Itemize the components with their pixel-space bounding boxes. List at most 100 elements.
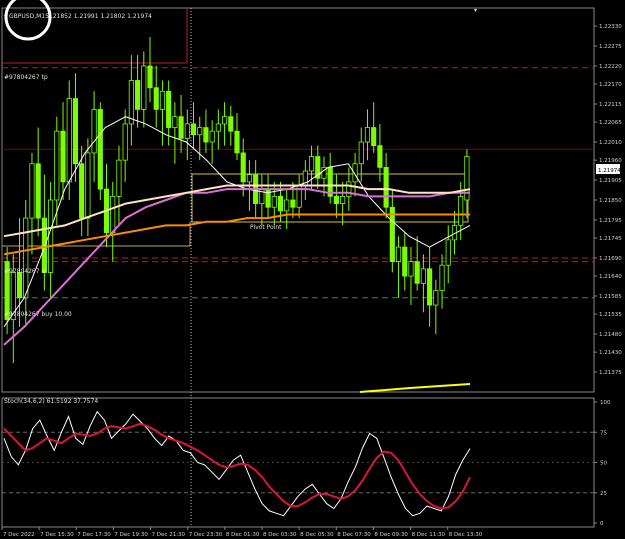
- chart-background: [0, 0, 625, 539]
- candle-body: [458, 195, 464, 226]
- candle-body: [358, 141, 364, 165]
- candle-body: [35, 163, 41, 219]
- stoch-tick-label: 75: [600, 430, 607, 436]
- candle-body: [439, 264, 445, 291]
- time-tick-label: 8 Dec 13:30: [449, 532, 483, 538]
- time-tick-label: 8 Dec 03:30: [263, 532, 297, 538]
- price-tick-label: 1.21690: [599, 256, 622, 262]
- candle-body: [364, 127, 371, 143]
- price-tick-label: 1.21375: [599, 370, 622, 376]
- time-tick-label: 7 Dec 17:30: [77, 532, 111, 538]
- price-tick-label: 1.21585: [599, 294, 622, 300]
- price-tick-label: 1.22220: [599, 64, 622, 70]
- stoch-title: Stoch(34,6,2) 61.5192 37.7574: [4, 398, 98, 405]
- ohlc-readout: 1.21852 1.21991 1.21802 1.21974: [47, 13, 152, 20]
- candle-body: [153, 87, 159, 110]
- symbol-label: GBPUSD,M15: [9, 13, 49, 20]
- candle-body: [308, 156, 315, 172]
- candle-body: [346, 181, 352, 197]
- price-tick-label: 1.21745: [599, 236, 622, 242]
- candle-body: [265, 188, 271, 208]
- candle-body: [184, 123, 190, 139]
- candle-body: [371, 127, 377, 147]
- time-tick-label: 8 Dec 05:30: [300, 532, 334, 538]
- candle-body: [197, 127, 203, 136]
- candle-body: [340, 195, 346, 205]
- candle-body: [16, 272, 23, 299]
- candle-body: [97, 109, 103, 190]
- candle-body: [395, 246, 402, 262]
- tp-label: #97804267 tp: [4, 74, 48, 81]
- candle-body: [402, 246, 408, 277]
- candle-body: [215, 123, 221, 132]
- candle-body: [271, 195, 277, 208]
- candle-body: [135, 80, 141, 110]
- price-tick-label: 1.22115: [599, 102, 622, 108]
- candle-body: [110, 195, 116, 234]
- candle-body: [420, 268, 426, 284]
- candle-body: [221, 116, 228, 125]
- candle-body: [203, 127, 209, 143]
- candle-body: [433, 290, 439, 306]
- candle-body: [240, 152, 246, 183]
- candle-body: [29, 163, 35, 219]
- current-price-value: 1.21974: [598, 168, 621, 174]
- price-tick-label: 1.22065: [599, 120, 622, 126]
- candle-body: [333, 195, 339, 205]
- price-tick-label: 1.21640: [599, 274, 622, 280]
- pivot-label: Pivot Point: [250, 224, 282, 231]
- time-tick-label: 7 Dec 19:30: [114, 532, 148, 538]
- time-tick-label: 7 Dec 15:30: [40, 532, 74, 538]
- candle-body: [54, 130, 60, 201]
- price-tick-label: 1.21535: [599, 312, 622, 318]
- stoch-tick-label: 0: [600, 521, 604, 527]
- candle-body: [209, 130, 215, 143]
- candle-body: [277, 195, 284, 212]
- price-tick-label: 1.22275: [599, 44, 622, 50]
- candle-body: [128, 80, 134, 125]
- price-tick-label: 1.21905: [599, 178, 622, 184]
- trading-chart[interactable]: 1.22330 1.22275 1.22220 1.22170 1.22115 1.220…: [0, 0, 625, 539]
- price-tick-label: 1.21480: [599, 332, 622, 338]
- time-tick-label: 7 Dec 23:30: [189, 532, 223, 538]
- candle-body: [85, 152, 91, 219]
- candle-body: [72, 98, 79, 165]
- candle-body: [377, 145, 383, 168]
- candle-body: [79, 163, 85, 219]
- price-tick-label: 1.21850: [599, 198, 622, 204]
- candle-body: [147, 65, 153, 89]
- candle-body: [172, 116, 178, 128]
- price-tick-label: 1.22330: [599, 24, 622, 30]
- time-tick-label: 7 Dec 21:30: [152, 532, 186, 538]
- candle-body: [234, 130, 240, 154]
- candle-body: [414, 261, 420, 284]
- price-tick-label: 1.22010: [599, 140, 622, 146]
- candle-body: [159, 90, 166, 110]
- buy-label: #97804267 buy 10.00: [4, 311, 72, 318]
- candle-body: [178, 116, 184, 139]
- candle-body: [60, 130, 66, 183]
- price-tick-label: 1.21430: [599, 350, 622, 356]
- candle-body: [284, 199, 290, 212]
- price-tick-label: 1.21960: [599, 158, 622, 164]
- time-tick-label: 8 Dec 01:30: [226, 532, 260, 538]
- candle-body: [166, 90, 172, 128]
- time-tick-label: 8 Dec 09:30: [374, 532, 408, 538]
- candle-body: [23, 217, 29, 299]
- price-tick-label: 1.21795: [599, 218, 622, 224]
- sl-label: #97804267 sl: [4, 268, 47, 275]
- stoch-tick-label: 100: [600, 400, 611, 406]
- candle-body: [66, 98, 72, 183]
- shift-marker-icon[interactable]: ▾: [474, 7, 477, 14]
- candle-body: [290, 199, 296, 208]
- candle-body: [48, 199, 54, 273]
- candle-body: [408, 261, 414, 277]
- candle-body: [246, 174, 253, 183]
- candle-body: [228, 116, 234, 132]
- candle-body: [41, 217, 47, 273]
- candle-body: [190, 123, 197, 136]
- time-tick-label: 7 Dec 2022: [3, 532, 35, 538]
- stoch-tick-label: 50: [600, 461, 607, 467]
- time-tick-label: 8 Dec 11:30: [412, 532, 446, 538]
- candle-body: [116, 159, 122, 197]
